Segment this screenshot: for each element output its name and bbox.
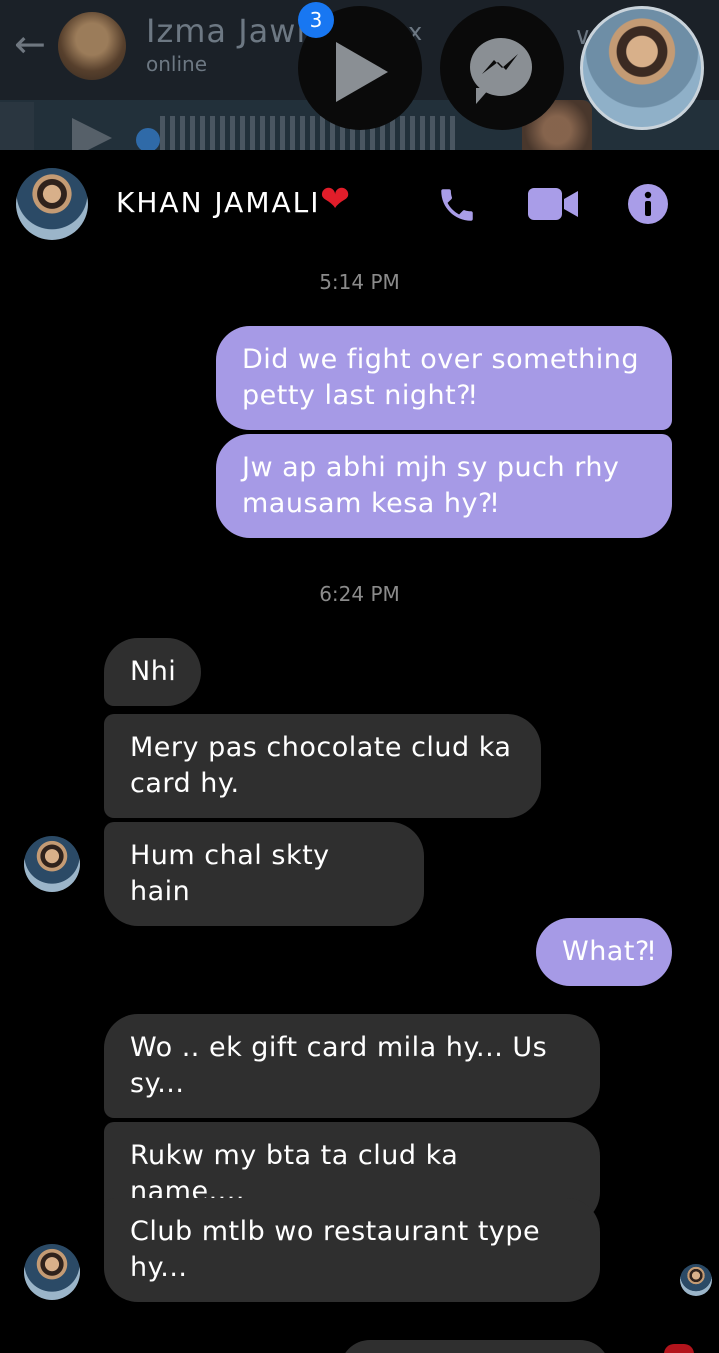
background-contact-name: Izma Jawi xyxy=(146,12,307,50)
background-contact-status: online xyxy=(146,52,208,76)
sender-avatar[interactable] xyxy=(24,836,80,892)
incoming-message[interactable]: Nhi xyxy=(104,638,201,706)
messenger-chat-head[interactable] xyxy=(440,6,564,130)
video-camera-icon[interactable] xyxy=(528,186,578,222)
voice-progress-dot xyxy=(136,128,160,152)
info-icon[interactable] xyxy=(628,184,668,224)
sender-avatar[interactable] xyxy=(24,1244,80,1300)
conversation-header xyxy=(0,150,719,260)
voice-waveform xyxy=(160,116,460,150)
messenger-bolt-icon xyxy=(482,54,518,74)
reaction-edge xyxy=(664,1344,694,1353)
timestamp: 5:14 PM xyxy=(319,270,400,294)
unread-count-badge: 3 xyxy=(298,2,334,38)
outgoing-message[interactable]: What⁈ xyxy=(536,918,672,986)
incoming-message[interactable]: Club mtlb wo restaurant type hy... xyxy=(104,1198,600,1302)
phone-icon[interactable] xyxy=(436,184,478,226)
background-contact-avatar xyxy=(58,12,126,80)
background-panel-edge xyxy=(0,102,34,150)
heart-emoji: ❤ xyxy=(320,179,351,220)
back-arrow-icon[interactable]: ← xyxy=(14,24,54,64)
play-icon xyxy=(336,42,388,102)
incoming-message[interactable]: Wo .. ek gift card mila hy... Us sy... xyxy=(104,1014,600,1118)
outgoing-message[interactable]: Did we fight over something petty last n… xyxy=(216,326,672,430)
contact-chat-head-avatar[interactable] xyxy=(580,6,704,130)
incoming-message[interactable]: Mery pas chocolate clud ka card hy. xyxy=(104,714,541,818)
contact-name[interactable]: KHAN JAMALI xyxy=(116,186,321,219)
timestamp: 6:24 PM xyxy=(319,582,400,606)
incoming-message[interactable]: Hum chal skty hain xyxy=(104,822,424,926)
seen-receipt-avatar xyxy=(680,1264,712,1296)
next-message-bubble-edge xyxy=(340,1340,610,1353)
outgoing-message[interactable]: Jw ap abhi mjh sy puch rhy mausam kesa h… xyxy=(216,434,672,538)
contact-avatar[interactable] xyxy=(16,168,88,240)
